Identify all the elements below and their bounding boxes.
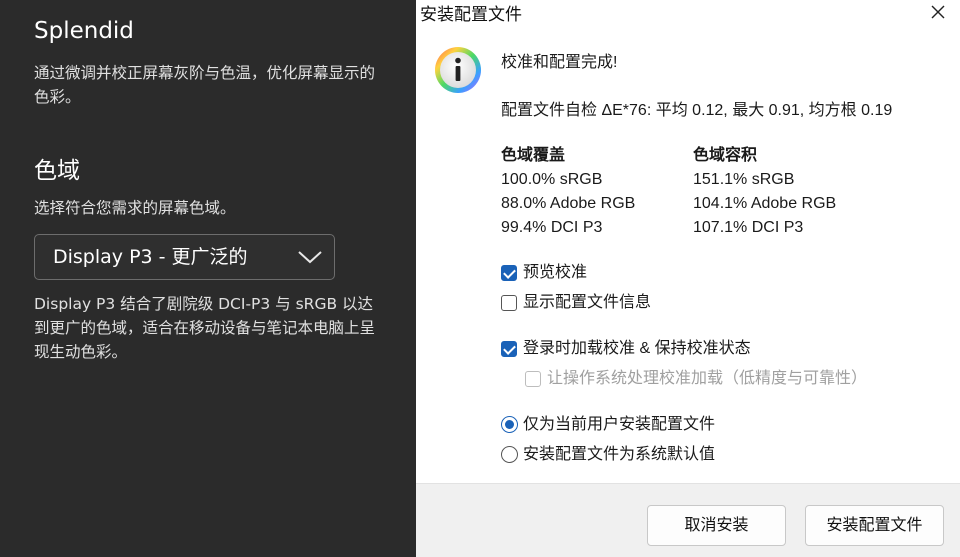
coverage-row: 99.4% DCI P3 (501, 219, 603, 236)
gamut-dropdown[interactable]: Display P3 - 更广泛的 (34, 234, 335, 280)
checkbox-checked-icon (501, 265, 517, 281)
load-on-login-label: 登录时加载校准 & 保持校准状态 (523, 340, 751, 357)
coverage-row: 100.0% sRGB (501, 171, 603, 188)
volume-row: 107.1% DCI P3 (693, 219, 804, 236)
splendid-panel: Splendid 通过微调并校正屏幕灰阶与色温，优化屏幕显示的色彩。 色域 选择… (0, 0, 416, 557)
volume-row: 104.1% Adobe RGB (693, 195, 837, 212)
dialog-titlebar: 安装配置文件 (416, 0, 960, 26)
checkbox-unchecked-icon (501, 295, 517, 311)
radio-selected-icon (501, 416, 518, 433)
dialog-body: 校准和配置完成! 配置文件自检 ΔE*76: 平均 0.12, 最大 0.91,… (416, 26, 960, 483)
gamut-subtitle: 选择符合您需求的屏幕色域。 (34, 199, 236, 217)
gamut-dropdown-value: Display P3 - 更广泛的 (53, 246, 248, 268)
delta-e-summary: 配置文件自检 ΔE*76: 平均 0.12, 最大 0.91, 均方根 0.19 (501, 102, 893, 119)
show-profile-info-label: 显示配置文件信息 (523, 294, 652, 311)
checkbox-disabled-icon (525, 371, 541, 387)
install-profile-button[interactable]: 安装配置文件 (805, 505, 944, 546)
dialog-title: 安装配置文件 (420, 5, 522, 24)
install-current-user-label: 仅为当前用户安装配置文件 (523, 416, 716, 433)
gamut-heading: 色域 (34, 158, 80, 184)
dialog-footer: 取消安装 安装配置文件 (416, 483, 960, 557)
coverage-row: 88.0% Adobe RGB (501, 195, 636, 212)
radio-unselected-icon (501, 446, 518, 463)
chevron-down-icon (298, 251, 322, 264)
coverage-header: 色域覆盖 (501, 147, 566, 164)
checkbox-checked-icon (501, 341, 517, 357)
cancel-install-button[interactable]: 取消安装 (647, 505, 786, 546)
info-icon (435, 47, 481, 93)
volume-header: 色域容积 (693, 147, 758, 164)
close-icon (931, 5, 945, 19)
install-system-default-label: 安装配置文件为系统默认值 (523, 446, 716, 463)
panel-description: 通过微调并校正屏幕灰阶与色温，优化屏幕显示的色彩。 (34, 64, 376, 106)
close-button[interactable] (916, 0, 960, 26)
preview-calibration-label: 预览校准 (523, 264, 588, 281)
gamut-coverage-column: 色域覆盖 100.0% sRGB 88.0% Adobe RGB 99.4% D… (501, 144, 635, 240)
volume-row: 151.1% sRGB (693, 171, 795, 188)
install-profile-dialog: 安装配置文件 校准和配置完成! 配置文件自检 ΔE*76: 平均 0.12, 最… (416, 0, 960, 557)
os-handle-calibration-label: 让操作系统处理校准加载（低精度与可靠性） (547, 370, 868, 387)
result-heading: 校准和配置完成! (501, 54, 618, 71)
panel-title: Splendid (34, 18, 134, 44)
gamut-volume-column: 色域容积 151.1% sRGB 104.1% Adobe RGB 107.1%… (693, 144, 836, 240)
gamut-explanation: Display P3 结合了剧院级 DCI-P3 与 sRGB 以达到更广的色域… (34, 295, 376, 361)
